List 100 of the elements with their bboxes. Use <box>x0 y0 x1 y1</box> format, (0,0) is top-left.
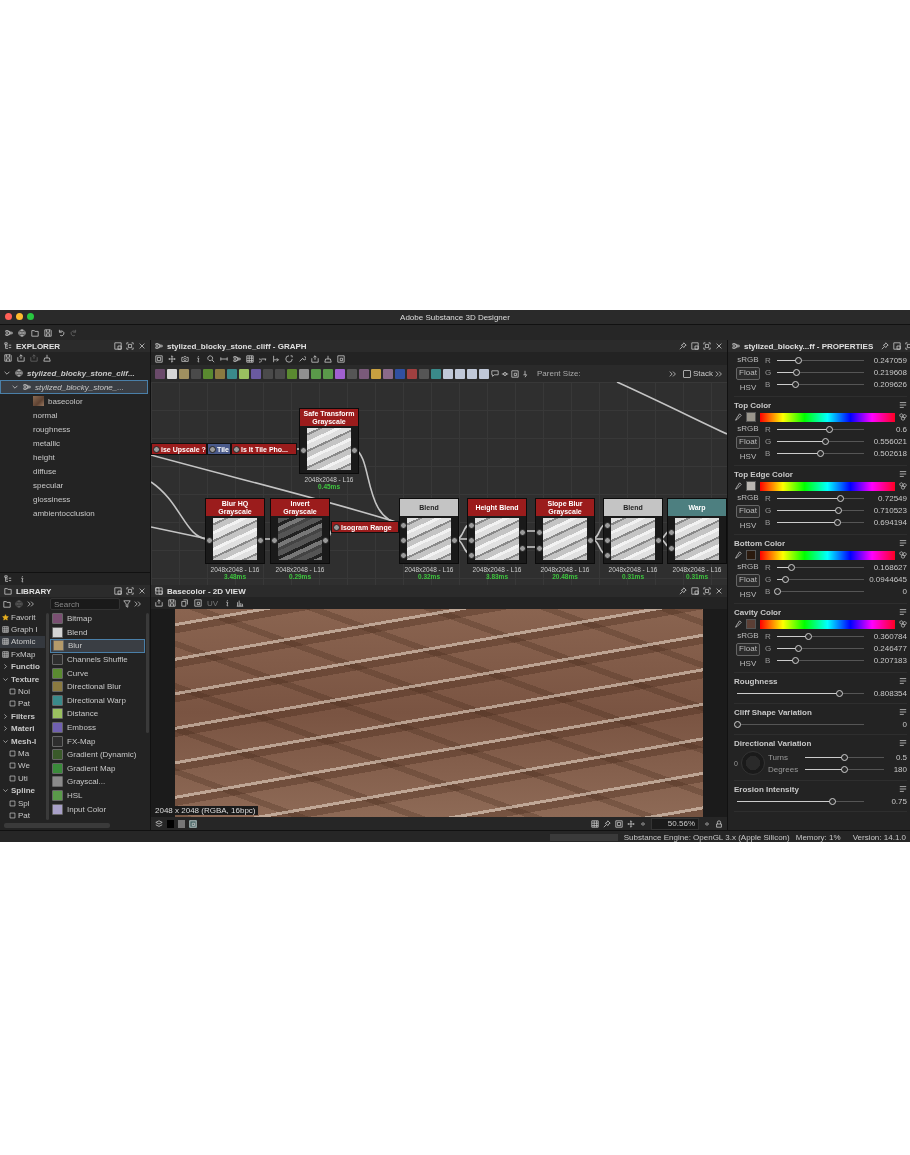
parameter-label: Bottom Color <box>734 538 786 548</box>
channel-label: G <box>765 643 772 653</box>
slider-value: 0.0944645 <box>869 574 907 584</box>
category-item[interactable]: Noi <box>0 685 45 698</box>
slider-value: 0.556021 <box>872 436 907 446</box>
tree-item[interactable]: stylized_blocky_stone_... <box>0 380 148 394</box>
mode-button[interactable]: Float <box>736 574 760 587</box>
slider-value: 0.6 <box>894 424 907 434</box>
category-item[interactable]: Materi <box>0 722 45 735</box>
tree-label: metallic <box>33 438 61 448</box>
tree-item[interactable]: normal <box>0 408 148 422</box>
checkbox-label: Stack <box>693 369 713 378</box>
parent-size-label: Parent Size: <box>537 369 581 378</box>
mode-button[interactable]: HSV <box>737 520 759 531</box>
category-item[interactable]: Pat <box>0 697 45 711</box>
panel-title: LIBRARY <box>16 586 52 596</box>
category-item[interactable]: Spline <box>0 784 45 797</box>
slider-value: 0.219608 <box>872 367 907 377</box>
mode-button[interactable]: Float <box>736 436 760 449</box>
tree-item[interactable]: stylized_blocky_stone_clif... <box>0 366 148 380</box>
category-item[interactable]: Mesh-I <box>0 734 45 748</box>
slider-value: 0.360784 <box>872 631 907 641</box>
parameter-label: Directional Variation <box>734 738 812 748</box>
panel-title: Basecolor - 2D VIEW <box>167 586 246 596</box>
library-item[interactable]: HSL <box>50 788 145 803</box>
zoom-field[interactable]: 50.56% <box>651 817 699 830</box>
library-item[interactable]: Blur <box>50 639 145 653</box>
library-item[interactable]: Channels Shuffle <box>50 652 145 667</box>
tree-item[interactable]: diffuse <box>0 464 148 478</box>
tree-item[interactable]: roughness <box>0 422 148 436</box>
category-item[interactable]: Graph I <box>0 623 45 636</box>
channel-label: B <box>765 586 772 596</box>
category-item[interactable]: Ma <box>0 747 45 760</box>
channel-label: R <box>765 493 772 503</box>
library-item[interactable]: Directional Warp <box>50 693 145 708</box>
uv-label: UV <box>207 598 219 608</box>
tree-label: glossiness <box>33 494 71 504</box>
category-item[interactable]: Atomic <box>0 635 45 649</box>
tree-item[interactable]: metallic <box>0 436 148 450</box>
category-item[interactable]: Filters <box>0 710 45 723</box>
channel-label: R <box>765 631 772 641</box>
channel-label: Turns <box>767 753 790 762</box>
tree-item[interactable]: height <box>0 450 148 464</box>
library-item[interactable]: Directional Blur <box>50 679 145 694</box>
tree-label: diffuse <box>33 466 57 476</box>
parameter-label: Cavity Color <box>734 607 782 617</box>
library-item[interactable]: Grayscal... <box>50 775 145 789</box>
category-item[interactable]: We <box>0 759 45 773</box>
library-item[interactable]: Distance <box>50 707 145 721</box>
library-item[interactable]: Blend <box>50 625 145 640</box>
library-item[interactable]: Curve <box>50 666 145 680</box>
tree-item[interactable]: specular <box>0 478 148 492</box>
category-item[interactable]: Pat <box>0 809 45 822</box>
category-item[interactable]: FxMap <box>0 648 45 661</box>
mode-button[interactable]: Float <box>736 643 760 656</box>
channel-label: G <box>765 505 772 515</box>
search-field[interactable]: Search <box>50 598 120 610</box>
tree-label: roughness <box>33 424 71 434</box>
mode-button[interactable]: sRGB <box>735 423 761 434</box>
panel-title: stylized_blocky...ff - PROPERTIES <box>744 341 874 351</box>
mode-button[interactable]: Float <box>736 505 760 518</box>
mode-button[interactable]: HSV <box>737 382 759 393</box>
parameter-label: Erosion Intensity <box>734 784 799 794</box>
slider-value: 0.75 <box>890 797 907 806</box>
mode-button[interactable]: HSV <box>737 451 759 462</box>
mode-button[interactable]: HSV <box>737 658 759 669</box>
tree-label: ambientocclusion <box>33 508 95 518</box>
channel-label: B <box>765 379 772 389</box>
category-item[interactable]: Spl <box>0 796 45 810</box>
mode-button[interactable]: sRGB <box>735 561 761 572</box>
channel-label: Degrees <box>767 765 800 774</box>
parameter-label: Top Color <box>734 400 772 410</box>
library-item[interactable]: Emboss <box>50 720 145 735</box>
library-item[interactable]: FX-Map <box>50 734 145 748</box>
mode-button[interactable]: Float <box>736 367 760 380</box>
tree-item[interactable]: ambientocclusion <box>0 506 148 520</box>
category-item[interactable]: Favorit <box>0 611 45 624</box>
mode-button[interactable]: sRGB <box>735 630 761 641</box>
parameter-label: Roughness <box>734 676 778 686</box>
slider-value: 0.694194 <box>872 517 907 527</box>
library-item[interactable]: Gradient (Dynamic) <box>50 747 145 762</box>
tree-item[interactable]: basecolor <box>0 394 148 408</box>
channel-label: R <box>765 355 772 365</box>
tree-item[interactable]: glossiness <box>0 492 148 506</box>
category-item[interactable]: Uti <box>0 772 45 785</box>
library-item[interactable]: Input Color <box>50 802 145 816</box>
tree-label: height <box>33 452 55 462</box>
mode-button[interactable]: sRGB <box>735 492 761 503</box>
mode-button[interactable]: sRGB <box>735 354 761 365</box>
library-item[interactable]: Bitmap <box>50 612 145 626</box>
slider-value: 0 <box>901 720 907 729</box>
category-item[interactable]: Functio <box>0 660 45 673</box>
channel-label: G <box>765 367 772 377</box>
category-item[interactable]: Texture <box>0 672 45 686</box>
slider-value: 0 <box>901 586 907 596</box>
mode-button[interactable]: HSV <box>737 589 759 600</box>
parameter-label: Top Edge Color <box>734 469 793 479</box>
tree-label: basecolor <box>48 396 83 406</box>
library-item[interactable]: Gradient Map <box>50 761 145 776</box>
channel-label: G <box>765 574 772 584</box>
